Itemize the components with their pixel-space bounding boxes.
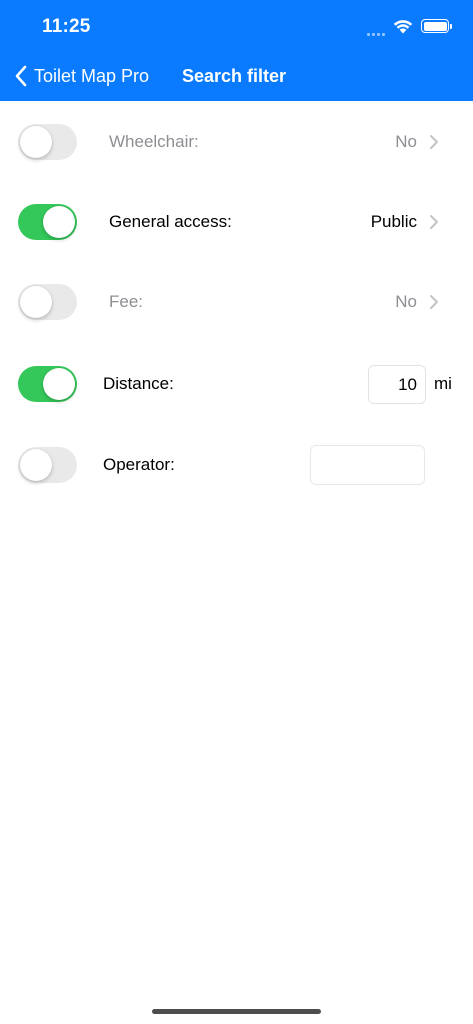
status-time: 11:25 (42, 16, 91, 37)
battery-icon (421, 19, 452, 33)
filter-row-fee: Fee: No (0, 272, 473, 332)
chevron-right-icon[interactable] (429, 294, 439, 310)
distance-input[interactable] (368, 365, 426, 404)
filter-row-general-access: General access: Public (0, 192, 473, 252)
distance-toggle[interactable] (18, 366, 77, 402)
chevron-right-icon[interactable] (429, 214, 439, 230)
chevron-left-icon (15, 65, 27, 87)
fee-value[interactable]: No (395, 272, 417, 332)
general-access-toggle[interactable] (18, 204, 77, 240)
home-indicator[interactable] (152, 1009, 321, 1014)
toggle-knob (20, 449, 52, 481)
filter-row-operator: Operator: (0, 435, 473, 495)
battery-fill (423, 21, 447, 31)
status-icons (367, 16, 452, 36)
navigation-bar: 11:25 Toilet Map Pro Search filter (0, 0, 473, 101)
fee-label: Fee: (109, 292, 144, 311)
chevron-right-icon[interactable] (429, 134, 439, 150)
toggle-knob (20, 286, 52, 318)
back-label: Toilet Map Pro (34, 65, 150, 86)
general-access-label: General access: (109, 212, 232, 231)
filter-row-distance: Distance: mi (0, 354, 473, 414)
wheelchair-value[interactable]: No (395, 112, 417, 172)
operator-toggle[interactable] (18, 447, 77, 483)
page-title: Search filter (182, 66, 287, 86)
wheelchair-label: Wheelchair: (109, 132, 199, 151)
wheelchair-toggle[interactable] (18, 124, 77, 160)
operator-input[interactable] (310, 445, 425, 485)
toggle-knob (43, 206, 75, 238)
cellular-signal-icon (367, 22, 385, 36)
distance-label: Distance: (103, 374, 174, 393)
wifi-icon (393, 19, 413, 33)
distance-unit: mi (434, 374, 452, 393)
fee-toggle[interactable] (18, 284, 77, 320)
general-access-value[interactable]: Public (371, 192, 417, 252)
nav-header: Toilet Map Pro Search filter (0, 58, 473, 94)
filter-row-wheelchair: Wheelchair: No (0, 112, 473, 172)
toggle-knob (20, 126, 52, 158)
back-button[interactable]: Toilet Map Pro (14, 58, 149, 94)
operator-label: Operator: (103, 455, 175, 474)
toggle-knob (43, 368, 75, 400)
